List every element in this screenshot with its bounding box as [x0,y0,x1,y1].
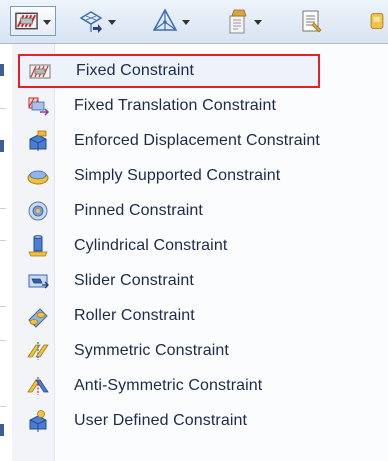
menu-item-label: Simply Supported Constraint [74,167,281,184]
menu-item-pinned-constraint[interactable]: Pinned Constraint [18,194,387,228]
chevron-down-icon [254,19,262,25]
enforced-displacement-icon [29,130,47,151]
menu-item-simply-supported-constraint[interactable]: Simply Supported Constraint [18,159,387,193]
menu-item-cylindrical-constraint[interactable]: Cylindrical Constraint [18,229,387,263]
chevron-down-icon [108,19,116,25]
slider-icon [28,274,49,289]
menu-item-label: Cylindrical Constraint [74,237,228,254]
more-tools-button[interactable] [366,6,388,36]
menu-item-symmetric-constraint[interactable]: Symmetric Constraint [18,334,387,368]
anti-symmetric-icon [27,377,49,395]
edge-tick [0,240,6,241]
edge-marker [0,424,4,436]
simply-supported-icon [27,170,49,185]
edge-tick [0,406,6,407]
mesh-dropdown-button[interactable] [152,6,190,36]
constraint-toolbar [0,0,388,44]
edge-tick [0,208,6,209]
menu-item-roller-constraint[interactable]: Roller Constraint [18,299,387,333]
chevron-down-icon [43,19,51,25]
menu-item-label: Symmetric Constraint [74,342,229,359]
material-dropdown-button[interactable] [224,6,262,36]
fixed-constraint-icon [29,64,51,79]
load-icon [79,11,103,33]
menu-item-fixed-translation-constraint[interactable]: Fixed Translation Constraint [18,89,387,123]
menu-item-label: Anti-Symmetric Constraint [74,377,263,394]
user-defined-icon [29,410,47,432]
chevron-down-icon [182,19,190,25]
fixed-constraint-icon [15,12,38,30]
menu-item-slider-constraint[interactable]: Slider Constraint [18,264,387,298]
menu-item-anti-symmetric-constraint[interactable]: Anti-Symmetric Constraint [18,369,387,403]
edge-tick [0,306,6,307]
report-button[interactable] [298,6,324,36]
fixed-translation-icon [28,97,50,116]
menu-item-enforced-displacement-constraint[interactable]: Enforced Displacement Constraint [18,124,387,158]
menu-item-label: Fixed Constraint [76,62,195,79]
pinned-icon [28,201,48,221]
menu-item-fixed-constraint[interactable]: Fixed Constraint [18,54,320,88]
material-icon [229,9,247,34]
menu-item-label: Fixed Translation Constraint [74,97,277,114]
edge-tick [0,108,6,109]
edge-marker [0,64,4,76]
menu-item-label: Slider Constraint [74,272,194,289]
edge-marker [0,140,4,152]
cylindrical-icon [28,235,48,257]
partial-tool-icon [370,12,384,30]
menu-item-label: Pinned Constraint [74,202,203,219]
symmetric-icon [27,342,49,360]
constraint-dropdown-menu: Fixed Constraint Fixed Translation Const… [12,44,388,461]
roller-icon [28,308,48,328]
load-dropdown-button[interactable] [78,6,116,36]
mesh-icon [152,8,178,31]
fixed-constraint-dropdown-button[interactable] [10,6,56,36]
edge-tick [0,340,6,341]
background-window-edge [0,44,12,461]
menu-item-user-defined-constraint[interactable]: User Defined Constraint [18,404,387,438]
menu-item-label: Enforced Displacement Constraint [74,132,320,149]
report-icon [302,10,322,33]
menu-item-label: User Defined Constraint [74,412,248,429]
menu-item-label: Roller Constraint [74,307,195,324]
